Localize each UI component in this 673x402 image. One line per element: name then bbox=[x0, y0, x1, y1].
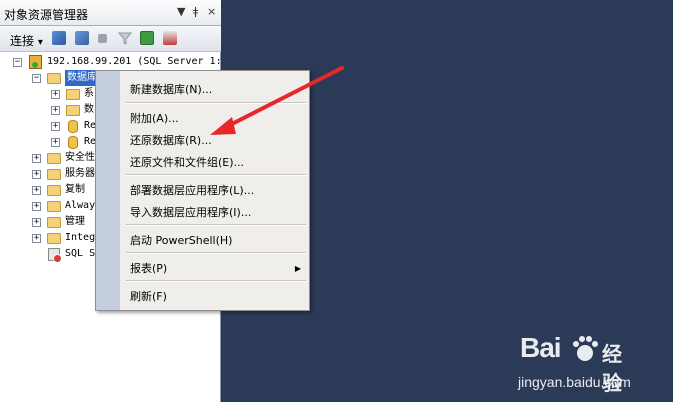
paw-icon bbox=[573, 336, 598, 361]
watermark-brand: Bai bbox=[520, 332, 562, 363]
baidu-watermark: Bai 经验 jingyan.baidu.com bbox=[518, 332, 631, 395]
annotation-arrow-icon bbox=[210, 66, 344, 135]
watermark-url: jingyan.baidu.com bbox=[518, 374, 631, 390]
